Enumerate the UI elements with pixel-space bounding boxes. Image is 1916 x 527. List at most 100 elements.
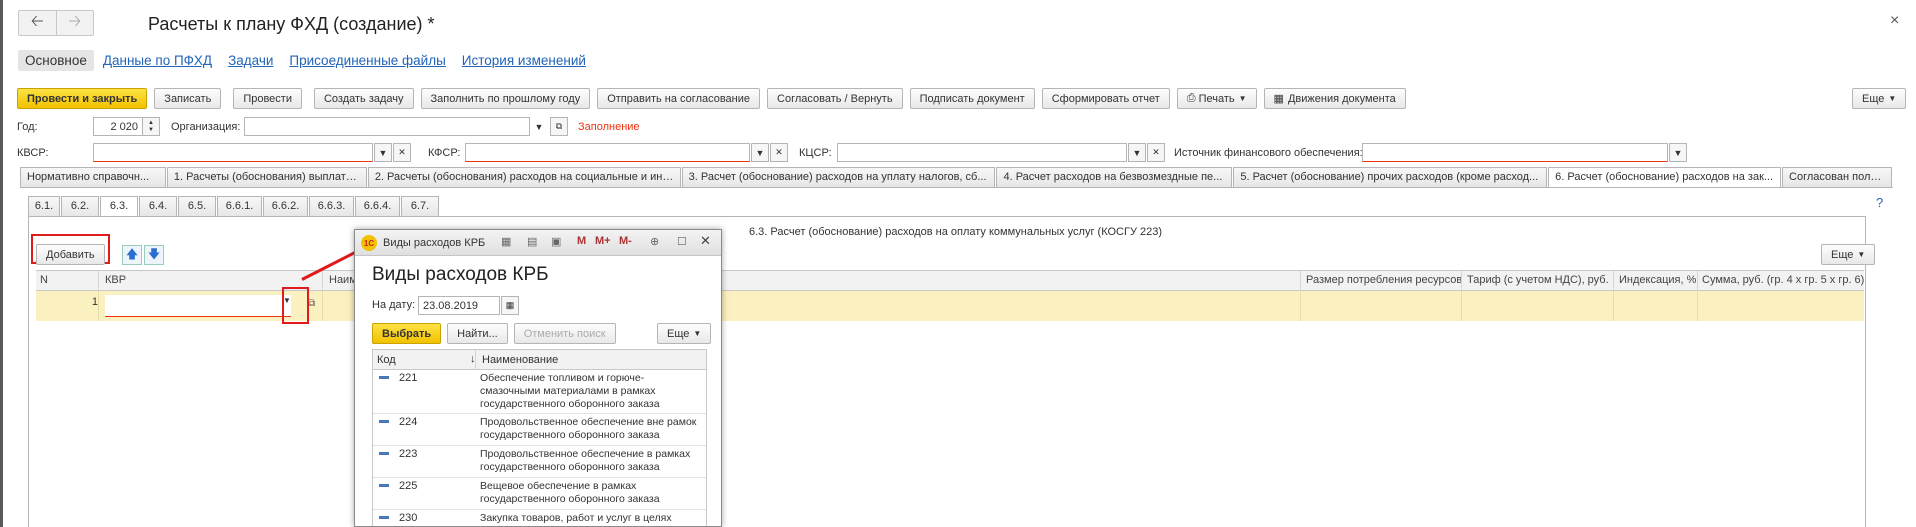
dialog-more-button[interactable]: Еще ▼ bbox=[657, 323, 712, 344]
year-field[interactable]: 2 020 bbox=[93, 117, 143, 136]
generate-report-button[interactable]: Сформировать отчет bbox=[1041, 88, 1170, 109]
tab-main[interactable]: Основное bbox=[18, 50, 94, 71]
add-button[interactable]: Добавить bbox=[36, 244, 105, 265]
col-name[interactable]: Наим bbox=[329, 274, 357, 286]
arrow-down-icon[interactable]: 🡇 bbox=[144, 245, 164, 265]
col-consumption[interactable]: Размер потребления ресурсов bbox=[1306, 274, 1462, 286]
tab-social[interactable]: 2. Расчеты (обоснования) расходов на соц… bbox=[367, 167, 681, 187]
arrow-up-icon[interactable]: 🡅 bbox=[122, 245, 142, 265]
list-icon[interactable]: ▦ bbox=[501, 235, 511, 248]
tab-other-expenses[interactable]: 5. Расчет (обоснование) прочих расходов … bbox=[1233, 167, 1548, 187]
list-item[interactable]: 224 Продовольственное обеспечение вне ра… bbox=[373, 414, 706, 446]
m-plus-icon[interactable]: M+ bbox=[595, 235, 611, 247]
print-button[interactable]: ⎙ Печать ▼ bbox=[1176, 88, 1257, 109]
close-icon[interactable]: × bbox=[1890, 12, 1899, 30]
tab-history[interactable]: История изменений bbox=[455, 50, 593, 71]
m-icon[interactable]: M bbox=[577, 235, 586, 247]
subtab-6-6-3[interactable]: 6.6.3. bbox=[309, 196, 354, 217]
subtab-6-5[interactable]: 6.5. bbox=[178, 196, 216, 217]
open-icon[interactable]: ⧉ bbox=[550, 117, 568, 136]
close-icon[interactable]: ✕ bbox=[700, 233, 711, 249]
subtab-6-6-4[interactable]: 6.6.4. bbox=[355, 196, 400, 217]
fill-prev-year-button[interactable]: Заполнить по прошлому году bbox=[420, 88, 591, 109]
kvr-input[interactable] bbox=[105, 295, 291, 317]
highlight-box bbox=[282, 287, 309, 324]
open-icon[interactable]: ⧉ bbox=[308, 298, 315, 309]
create-task-button[interactable]: Создать задачу bbox=[313, 88, 414, 109]
tab-gratuitous[interactable]: 4. Расчет расходов на безвозмездные пе..… bbox=[996, 167, 1233, 187]
panel-more-button[interactable]: Еще ▼ bbox=[1821, 244, 1876, 265]
col-name[interactable]: Наименование bbox=[482, 354, 558, 366]
maximize-icon[interactable]: ☐ bbox=[677, 235, 687, 248]
dialog-toolbar: Выбрать Найти... Отменить поиск bbox=[372, 323, 616, 344]
post-button[interactable]: Провести bbox=[233, 88, 302, 109]
table-icon[interactable]: ▤ bbox=[527, 235, 537, 248]
sign-document-button[interactable]: Подписать документ bbox=[909, 88, 1035, 109]
list-item[interactable]: 225 Вещевое обеспечение в рамках государ… bbox=[373, 478, 706, 510]
subtab-6-2[interactable]: 6.2. bbox=[61, 196, 99, 217]
approve-return-button[interactable]: Согласовать / Вернуть bbox=[767, 88, 903, 109]
find-button[interactable]: Найти... bbox=[447, 323, 508, 344]
arrow-left-icon[interactable]: 🡠 bbox=[19, 11, 56, 35]
clear-icon[interactable]: ✕ bbox=[393, 143, 411, 162]
subtab-6-6-2[interactable]: 6.6.2. bbox=[263, 196, 308, 217]
m-minus-icon[interactable]: M- bbox=[619, 235, 632, 247]
calendar-icon[interactable]: ▣ bbox=[551, 235, 561, 248]
clear-icon[interactable]: ✕ bbox=[1147, 143, 1165, 162]
tab-payments[interactable]: 1. Расчеты (обоснования) выплат п... bbox=[166, 167, 367, 187]
chevron-down-icon[interactable]: ▼ bbox=[1128, 143, 1146, 162]
chevron-down-icon[interactable]: ▼ bbox=[530, 117, 548, 136]
more-button[interactable]: Еще ▼ bbox=[1852, 88, 1907, 109]
col-indexation[interactable]: Индексация, % bbox=[1619, 274, 1696, 286]
tab-pfhd-data[interactable]: Данные по ПФХД bbox=[96, 50, 219, 71]
save-button[interactable]: Записать bbox=[154, 88, 222, 109]
document-movements-button[interactable]: ▦ Движения документа bbox=[1263, 88, 1406, 109]
tab-tasks[interactable]: Задачи bbox=[221, 50, 280, 71]
col-kvr[interactable]: КВР bbox=[105, 274, 126, 286]
subtab-panel bbox=[28, 216, 1866, 527]
post-and-close-button[interactable]: Провести и закрыть bbox=[17, 88, 148, 109]
date-field[interactable]: 23.08.2019 bbox=[418, 296, 500, 315]
col-code[interactable]: Код bbox=[377, 354, 396, 366]
subtab-6-4[interactable]: 6.4. bbox=[139, 196, 177, 217]
subtab-6-1[interactable]: 6.1. bbox=[28, 196, 60, 217]
funding-source-field[interactable] bbox=[1362, 143, 1668, 162]
list-item[interactable]: 221 Обеспечение топливом и горюче-смазоч… bbox=[373, 370, 706, 414]
kfsr-label: КФСР: bbox=[428, 147, 461, 159]
year-stepper[interactable]: ▲ ▼ bbox=[142, 117, 160, 136]
kvsr-field[interactable] bbox=[93, 143, 373, 162]
subtab-6-7[interactable]: 6.7. bbox=[401, 196, 439, 217]
tab-reference[interactable]: Нормативно справочн... bbox=[20, 167, 166, 187]
chevron-down-icon[interactable]: ▼ bbox=[751, 143, 769, 162]
item-name: Закупка товаров, работ и услуг в целях bbox=[480, 512, 672, 524]
organization-label: Организация: bbox=[171, 121, 241, 133]
tab-purchases[interactable]: 6. Расчет (обоснование) расходов на зак.… bbox=[1548, 167, 1782, 187]
chevron-down-icon[interactable]: ▼ bbox=[374, 143, 392, 162]
tab-taxes[interactable]: 3. Расчет (обоснование) расходов на упла… bbox=[681, 167, 996, 187]
col-tariff[interactable]: Тариф (с учетом НДС), руб. bbox=[1467, 274, 1609, 286]
nav-buttons: 🡠 🡢 bbox=[18, 10, 94, 36]
organization-field[interactable] bbox=[244, 117, 530, 136]
zoom-icon[interactable]: ⊕ bbox=[650, 235, 659, 248]
subtab-6-6-1[interactable]: 6.6.1. bbox=[217, 196, 262, 217]
clear-icon[interactable]: ✕ bbox=[770, 143, 788, 162]
kcsr-field[interactable] bbox=[837, 143, 1127, 162]
select-button[interactable]: Выбрать bbox=[372, 323, 442, 344]
col-sum[interactable]: Сумма, руб. (гр. 4 х гр. 5 х гр. 6) bbox=[1702, 274, 1864, 286]
arrow-right-icon[interactable]: 🡢 bbox=[55, 11, 94, 35]
send-approval-button[interactable]: Отправить на согласование bbox=[597, 88, 761, 109]
cancel-search-button[interactable]: Отменить поиск bbox=[513, 323, 616, 344]
item-icon bbox=[379, 420, 389, 423]
dialog-title: Виды расходов КРБ bbox=[372, 264, 549, 285]
subtab-6-3[interactable]: 6.3. bbox=[100, 196, 138, 217]
help-icon[interactable]: ? bbox=[1876, 195, 1883, 210]
tab-approved[interactable]: Согласован поль... bbox=[1782, 167, 1892, 187]
calendar-icon[interactable]: ▦ bbox=[501, 296, 519, 315]
tab-attached-files[interactable]: Присоединенные файлы bbox=[282, 50, 452, 71]
table-row[interactable]: 1 ▼ ⧉ bbox=[36, 291, 1864, 321]
kfsr-field[interactable] bbox=[465, 143, 750, 162]
list-item[interactable]: 230 Закупка товаров, работ и услуг в цел… bbox=[373, 510, 706, 526]
col-n[interactable]: N bbox=[40, 274, 48, 286]
list-item[interactable]: 223 Продовольственное обеспечение в рамк… bbox=[373, 446, 706, 478]
chevron-down-icon[interactable]: ▼ bbox=[1669, 143, 1687, 162]
